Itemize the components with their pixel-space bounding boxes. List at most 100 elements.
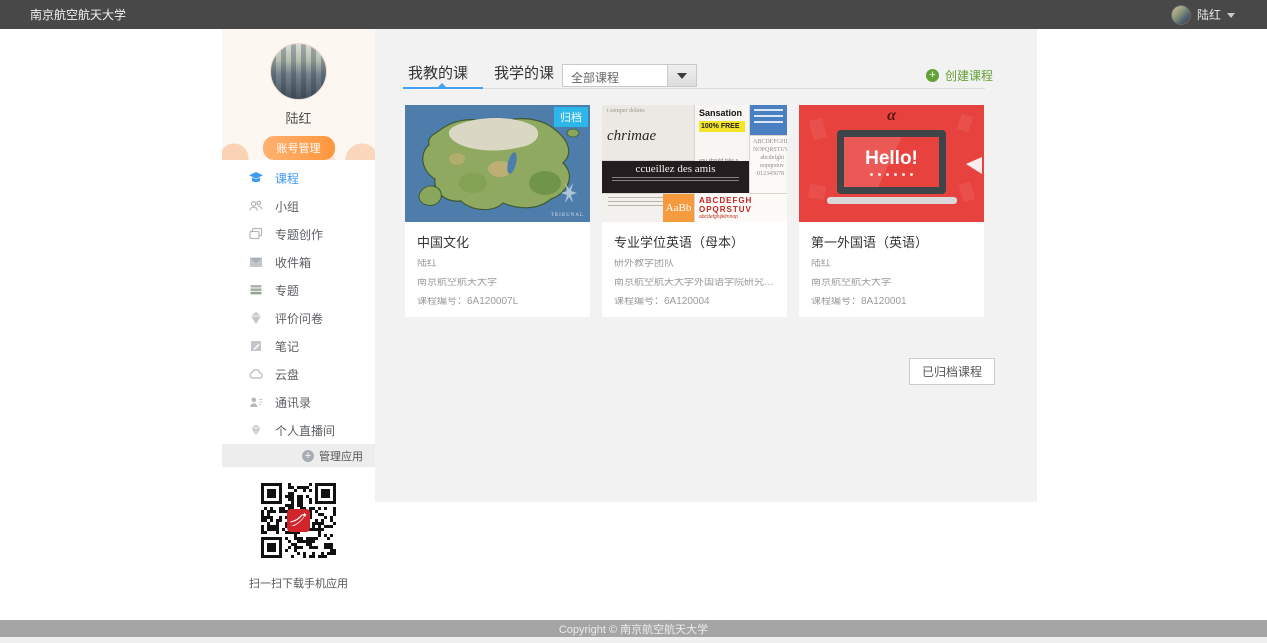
sidebar-item-inbox[interactable]: 收件箱 [222, 248, 375, 276]
course-school: 南京航空航天大学 [811, 278, 972, 288]
course-card-body: 专业学位英语（母本） 研外教学团队 南京航空航天大学外国语学院研究生公共... … [602, 222, 787, 307]
chaoxing-logo [287, 509, 310, 532]
sidebar-item-label: 笔记 [275, 338, 299, 355]
course-card-body: 中国文化 陆红 南京航空航天大学 课程编号：6A120007L [405, 222, 590, 307]
map-logo-text: TRIBUNAL [551, 213, 584, 218]
note-icon [248, 338, 264, 354]
sidebar-item-label: 通讯录 [275, 394, 311, 411]
sidebar-item-topics[interactable]: 专题 [222, 276, 375, 304]
cover-text: OPQRSTUV [699, 205, 783, 214]
course-card[interactable]: TRIBUNAL 归档 中国文化 陆红 南京航空航天大学 课程编号：6A1200… [405, 105, 590, 317]
cover-text: ABCDEFGHI [753, 138, 784, 146]
contacts-icon [248, 394, 264, 410]
course-cover-map: TRIBUNAL 归档 [405, 105, 590, 222]
topbar: 南京航空航天大学 陆红 [0, 0, 1267, 29]
hello-text: Hello! [865, 148, 918, 170]
cover-text: ccueillez des amis [606, 163, 745, 175]
chevron-down-icon [1227, 13, 1235, 18]
social-icons [870, 173, 913, 176]
qr-code [261, 483, 336, 558]
cover-text: NOPQRSTUV [753, 146, 784, 154]
profile-name: 陆红 [222, 108, 375, 127]
user-name: 陆红 [1197, 6, 1221, 23]
cover-text: chrimae [607, 128, 689, 145]
script-glyph: α [887, 107, 896, 125]
qr-section: 扫一扫下载手机应用 [222, 467, 375, 591]
plus-circle-icon: + [302, 450, 314, 462]
sidebar-item-label: 专题创作 [275, 226, 323, 243]
course-code: 课程编号：6A120007L [417, 297, 578, 307]
tab-my-learning[interactable]: 我学的课 [494, 62, 554, 83]
sidebar-item-label: 课程 [275, 170, 299, 187]
course-school: 南京航空航天大学 [417, 278, 578, 288]
group-icon [248, 198, 264, 214]
inbox-icon [248, 254, 264, 270]
sidebar-item-survey[interactable]: 评价问卷 [222, 304, 375, 332]
course-code: 课程编号：8A120001 [811, 297, 972, 307]
sidebar: 陆红 账号管理 课程 小组 专题创作 收件箱 [222, 29, 375, 617]
sidebar-item-live-room[interactable]: 个人直播间 [222, 416, 375, 444]
course-teacher: 陆红 [417, 259, 578, 269]
course-school: 南京航空航天大学外国语学院研究生公共... [614, 278, 775, 288]
course-code: 课程编号：6A120004 [614, 297, 775, 307]
course-title: 中国文化 [417, 232, 578, 251]
user-menu[interactable]: 陆红 [1171, 5, 1235, 25]
sidebar-item-courses[interactable]: 课程 [222, 164, 375, 192]
account-manage-button[interactable]: 账号管理 [263, 136, 335, 160]
course-title: 专业学位英语（母本） [614, 232, 775, 251]
dropdown-arrow-icon[interactable] [667, 65, 696, 86]
create-course-button[interactable]: + 创建课程 [926, 67, 993, 84]
cloud-icon [248, 366, 264, 382]
course-card[interactable]: α Hello! 第一外国语（英语） 陆红 南京航空航天大学 课程编号：8A12… [799, 105, 984, 317]
profile-avatar[interactable] [270, 43, 327, 100]
tab-separator: | [465, 62, 469, 78]
course-list: TRIBUNAL 归档 中国文化 陆红 南京航空航天大学 课程编号：6A1200… [405, 105, 984, 317]
filter-selected-value: 全部课程 [571, 69, 619, 86]
course-title: 第一外国语（英语） [811, 232, 972, 251]
cover-text: nopqrstuv [753, 162, 784, 170]
archived-courses-button[interactable]: 已归档课程 [909, 358, 995, 385]
course-teacher: 陆红 [811, 259, 972, 269]
survey-icon [248, 310, 264, 326]
course-filter-dropdown[interactable]: 全部课程 [562, 64, 697, 87]
sidebar-item-notes[interactable]: 笔记 [222, 332, 375, 360]
course-cover-hello: α Hello! [799, 105, 984, 222]
sidebar-item-groups[interactable]: 小组 [222, 192, 375, 220]
sidebar-item-label: 收件箱 [275, 254, 311, 271]
cover-text: 012345678 [753, 170, 784, 178]
course-card-body: 第一外国语（英语） 陆红 南京航空航天大学 课程编号：8A120001 [799, 222, 984, 307]
manage-apps-row[interactable]: + 管理应用 [222, 444, 375, 467]
copyright-text: Copyright © 南京航空航天大学 [559, 621, 708, 637]
sidebar-item-label: 个人直播间 [275, 422, 335, 439]
school-title[interactable]: 南京航空航天大学 [30, 6, 126, 23]
laptop-keyboard [827, 197, 957, 204]
qr-caption: 扫一扫下载手机应用 [222, 575, 375, 591]
sidebar-item-contacts[interactable]: 通讯录 [222, 388, 375, 416]
cover-text: AaBb [663, 194, 694, 222]
sidebar-item-label: 小组 [275, 198, 299, 215]
create-course-label: 创建课程 [945, 67, 993, 84]
tab-my-teaching[interactable]: 我教的课 [408, 62, 468, 83]
sidebar-item-label: 专题 [275, 282, 299, 299]
cover-text: ABCDEFGH [699, 196, 783, 205]
sidebar-item-label: 评价问卷 [275, 310, 323, 327]
manage-apps-label: 管理应用 [319, 448, 363, 464]
main-content: 我教的课 | 我学的课 全部课程 + 创建课程 [375, 29, 1037, 502]
sidebar-menu: 课程 小组 专题创作 收件箱 专题 [222, 160, 375, 444]
cover-text: abcdefghi [753, 154, 784, 162]
sidebar-item-label: 云盘 [275, 366, 299, 383]
paper-plane-icon [966, 157, 982, 174]
footer: Copyright © 南京航空航天大学 [0, 620, 1267, 637]
laptop-screen: Hello! [837, 130, 946, 194]
course-card[interactable]: t semper dolens chrimae Sansation 100% F… [602, 105, 787, 317]
course-teacher: 研外教学团队 [614, 259, 775, 269]
user-avatar [1171, 5, 1191, 25]
cover-text: abcdefghijklmnop [699, 214, 783, 220]
plus-circle-icon: + [926, 69, 939, 82]
live-room-icon [248, 422, 264, 438]
topic-icon [248, 282, 264, 298]
sidebar-item-topic-creation[interactable]: 专题创作 [222, 220, 375, 248]
profile-card: 陆红 账号管理 [222, 29, 375, 160]
sidebar-item-cloud-drive[interactable]: 云盘 [222, 360, 375, 388]
tabs-underline [405, 88, 985, 89]
